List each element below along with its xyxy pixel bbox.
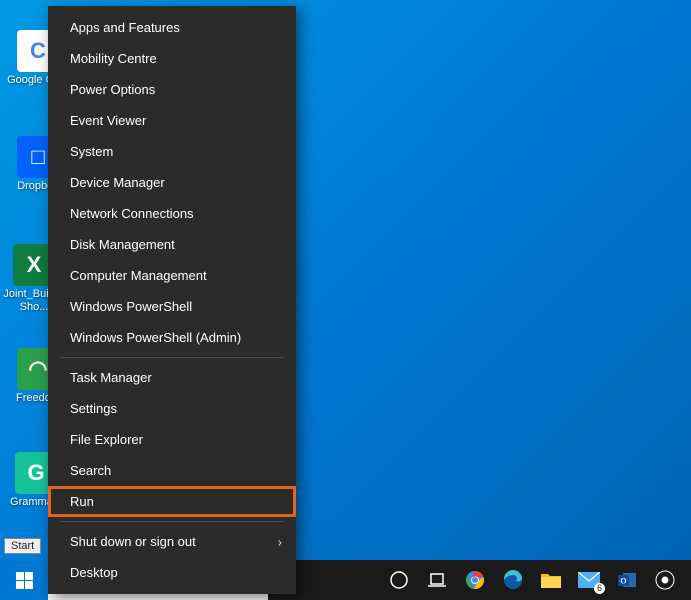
menu-item-search[interactable]: Search — [48, 455, 296, 486]
chrome-icon[interactable] — [463, 568, 487, 592]
menu-item-mobility-centre[interactable]: Mobility Centre — [48, 43, 296, 74]
menu-item-desktop[interactable]: Desktop — [48, 557, 296, 588]
menu-item-task-manager[interactable]: Task Manager — [48, 362, 296, 393]
menu-item-settings[interactable]: Settings — [48, 393, 296, 424]
menu-item-device-manager[interactable]: Device Manager — [48, 167, 296, 198]
menu-item-system[interactable]: System — [48, 136, 296, 167]
edge-icon[interactable] — [501, 568, 525, 592]
winx-menu: Apps and Features Mobility Centre Power … — [48, 6, 296, 594]
outlook-icon[interactable]: O — [615, 568, 639, 592]
menu-item-windows-powershell-admin[interactable]: Windows PowerShell (Admin) — [48, 322, 296, 353]
tray-circle-icon[interactable] — [653, 568, 677, 592]
mail-icon[interactable]: 6 — [577, 568, 601, 592]
menu-item-network-connections[interactable]: Network Connections — [48, 198, 296, 229]
windows-logo-icon — [16, 572, 33, 589]
menu-item-disk-management[interactable]: Disk Management — [48, 229, 296, 260]
menu-item-computer-management[interactable]: Computer Management — [48, 260, 296, 291]
menu-item-apps-features[interactable]: Apps and Features — [48, 12, 296, 43]
file-explorer-icon[interactable] — [539, 568, 563, 592]
svg-text:O: O — [620, 577, 626, 586]
menu-item-power-options[interactable]: Power Options — [48, 74, 296, 105]
menu-item-event-viewer[interactable]: Event Viewer — [48, 105, 296, 136]
menu-separator — [60, 521, 284, 522]
menu-item-windows-powershell[interactable]: Windows PowerShell — [48, 291, 296, 322]
start-tooltip: Start — [4, 538, 41, 554]
menu-separator — [60, 357, 284, 358]
mail-badge: 6 — [594, 583, 605, 594]
chevron-right-icon: › — [278, 534, 282, 549]
cortana-icon[interactable] — [387, 568, 411, 592]
menu-item-file-explorer[interactable]: File Explorer — [48, 424, 296, 455]
start-button[interactable] — [0, 560, 48, 600]
menu-item-run[interactable]: Run — [48, 486, 296, 517]
system-tray: 6 O — [373, 560, 691, 600]
menu-item-shut-down[interactable]: Shut down or sign out › — [48, 526, 296, 557]
task-view-icon[interactable] — [425, 568, 449, 592]
menu-item-label: Shut down or sign out — [70, 534, 196, 549]
